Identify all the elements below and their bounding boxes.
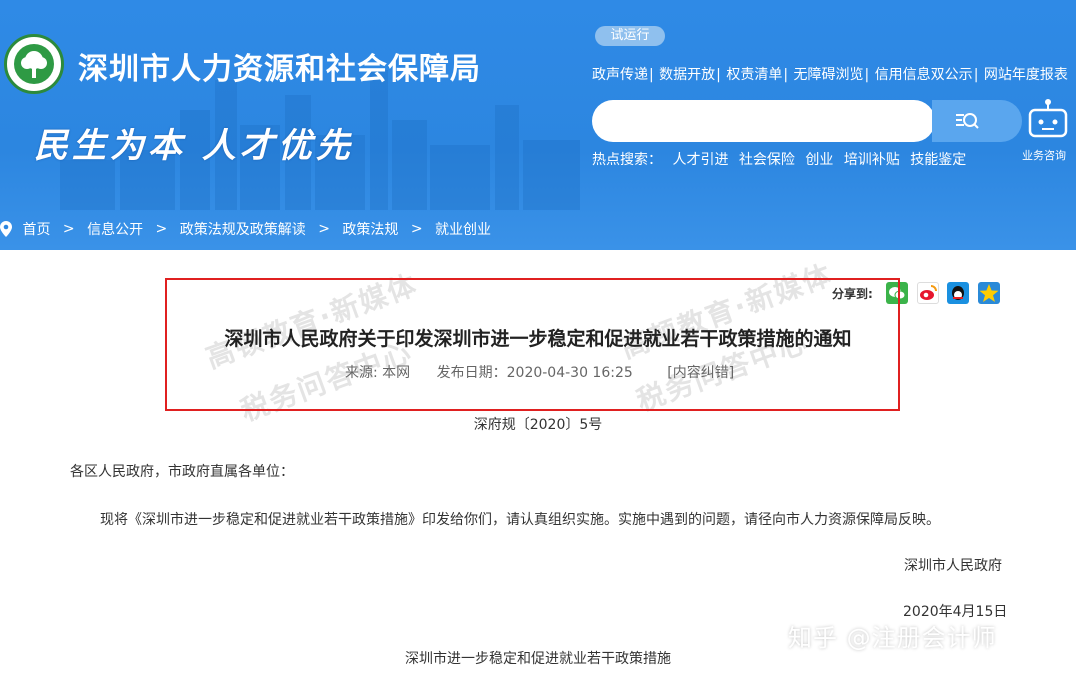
qq-icon[interactable]	[947, 282, 969, 304]
breadcrumb-separator: >	[318, 221, 330, 237]
link-zhengsheng[interactable]: 政声传递	[592, 67, 648, 83]
breadcrumb-policy-regulations[interactable]: 政策法规	[342, 222, 398, 238]
zhihu-watermark: 知乎 @注册会计师	[788, 624, 997, 652]
salutation: 各区人民政府，市政府直属各单位：	[70, 464, 294, 480]
breadcrumb: 首页 > 信息公开 > 政策法规及政策解读 > 政策法规 > 就业创业	[0, 219, 491, 241]
link-credit-info[interactable]: 信用信息双公示	[875, 67, 973, 83]
beta-badge: 试运行	[595, 26, 665, 46]
link-power-list[interactable]: 权责清单	[726, 67, 782, 83]
bureau-logo[interactable]	[4, 34, 64, 94]
qzone-icon[interactable]	[978, 282, 1000, 304]
breadcrumb-separator: >	[155, 221, 168, 237]
hot-item-training[interactable]: 培训补贴	[844, 152, 900, 168]
breadcrumb-separator: >	[410, 221, 423, 237]
robot-label[interactable]: 业务咨询	[1022, 147, 1066, 163]
hot-item-skills[interactable]: 技能鉴定	[910, 152, 966, 168]
breadcrumb-info-open[interactable]: 信息公开	[87, 222, 143, 238]
link-accessibility[interactable]: 无障碍浏览	[794, 67, 864, 83]
search-input[interactable]	[592, 100, 935, 142]
top-links: 政声传递| 数据开放| 权责清单| 无障碍浏览| 信用信息双公示| 网站年度报表	[592, 67, 1068, 83]
hot-item-insurance[interactable]: 社会保险	[739, 152, 795, 168]
article-body: 现将《深圳市进一步稳定和促进就业若干政策措施》印发给你们，请认真组织实施。实施中…	[100, 512, 940, 528]
site-header: 深圳市人力资源和社会保障局 民生为本 人才优先 试运行 政声传递| 数据开放| …	[0, 0, 1076, 250]
article-publish-date: 发布日期：2020-04-30 16:25	[436, 365, 633, 381]
search-button[interactable]	[932, 100, 1022, 142]
slogan: 民生为本 人才优先	[34, 126, 354, 166]
hot-search-label: 热点搜索：	[592, 152, 662, 168]
error-report-link[interactable]: [内容纠错]	[667, 365, 734, 381]
document-number: 深府规〔2020〕5号	[473, 417, 603, 433]
link-annual-report[interactable]: 网站年度报表	[984, 67, 1068, 83]
site-title[interactable]: 深圳市人力资源和社会保障局	[78, 44, 481, 88]
hot-search: 热点搜索： 人才引进 社会保险 创业 培训补贴 技能鉴定	[592, 149, 966, 169]
hot-item-talent[interactable]: 人才引进	[672, 152, 728, 168]
link-open-data[interactable]: 数据开放	[659, 67, 715, 83]
breadcrumb-home[interactable]: 首页	[22, 222, 50, 238]
breadcrumb-employment[interactable]: 就业创业	[435, 222, 491, 238]
article-source: 来源: 本网	[345, 365, 411, 381]
breadcrumb-policy-interpretation[interactable]: 政策法规及政策解读	[180, 222, 306, 238]
weibo-icon[interactable]	[917, 282, 939, 304]
breadcrumb-separator: >	[62, 221, 75, 237]
robot-icon[interactable]	[1024, 98, 1072, 142]
search-icon	[956, 113, 979, 129]
signature: 深圳市人民政府	[904, 558, 1002, 574]
hot-item-startup[interactable]: 创业	[805, 152, 833, 168]
article-title: 深圳市人民政府关于印发深圳市进一步稳定和促进就业若干政策措施的通知	[224, 328, 852, 350]
location-pin-icon	[0, 221, 12, 237]
article-meta: 来源: 本网 发布日期：2020-04-30 16:25 [内容纠错]	[345, 362, 734, 382]
tree-icon	[14, 44, 54, 84]
